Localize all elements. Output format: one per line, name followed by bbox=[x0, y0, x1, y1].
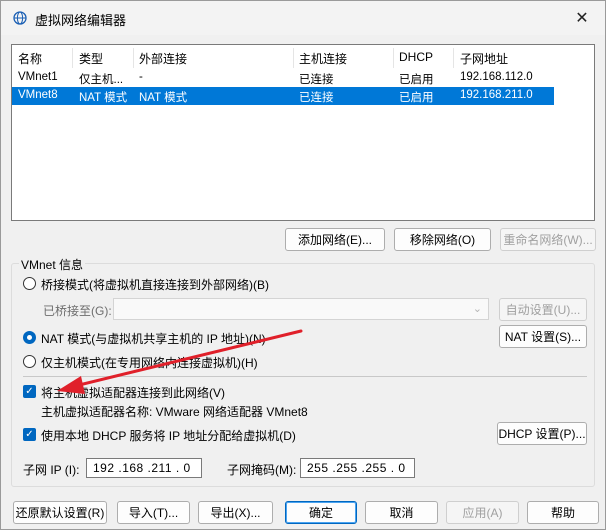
cell-name: VMnet8 bbox=[18, 89, 58, 101]
cell-external: - bbox=[139, 71, 143, 83]
rename-network-button[interactable]: 重命名网络(W)... bbox=[500, 228, 596, 251]
cell-dhcp: 已启用 bbox=[399, 74, 434, 86]
column-divider[interactable] bbox=[133, 48, 134, 68]
subnet-mask-field[interactable]: 255 .255 .255 . 0 bbox=[300, 458, 415, 478]
export-button[interactable]: 导出(X)... bbox=[198, 501, 273, 524]
host-only-label[interactable]: 仅主机模式(在专用网络内连接虚拟机)(H) bbox=[41, 354, 258, 371]
column-header-name[interactable]: 名称 bbox=[18, 50, 42, 67]
cell-dhcp: 已启用 bbox=[399, 92, 434, 104]
cell-type: 仅主机... bbox=[79, 74, 124, 86]
subnet-ip-field[interactable]: 192 .168 .211 . 0 bbox=[86, 458, 202, 478]
network-list[interactable]: 名称 类型 外部连接 主机连接 DHCP 子网地址 VMnet1 仅主机... … bbox=[11, 44, 595, 221]
chevron-down-icon: ⌄ bbox=[472, 303, 482, 315]
list-header: 名称 类型 外部连接 主机连接 DHCP 子网地址 bbox=[12, 48, 554, 68]
title-bar: 虚拟网络编辑器 ✕ bbox=[1, 1, 605, 35]
virtual-network-editor-window: 虚拟网络编辑器 ✕ 名称 类型 外部连接 主机连接 DHCP 子网地址 VMne… bbox=[0, 0, 606, 530]
cell-subnet: 192.168.211.0 bbox=[460, 89, 533, 101]
close-button[interactable]: ✕ bbox=[559, 1, 605, 35]
ok-button[interactable]: 确定 bbox=[285, 501, 357, 524]
column-header-external[interactable]: 外部连接 bbox=[139, 50, 187, 67]
use-dhcp-label[interactable]: 使用本地 DHCP 服务将 IP 地址分配给虚拟机(D) bbox=[41, 427, 296, 444]
subnet-ip-label: 子网 IP (I): bbox=[23, 463, 80, 477]
import-button[interactable]: 导入(T)... bbox=[117, 501, 190, 524]
remove-network-button[interactable]: 移除网络(O) bbox=[394, 228, 491, 251]
column-divider[interactable] bbox=[72, 48, 73, 68]
vmnet-info-group bbox=[11, 263, 595, 487]
network-globe-icon bbox=[13, 11, 27, 25]
cell-host: 已连接 bbox=[299, 74, 334, 86]
apply-button[interactable]: 应用(A) bbox=[446, 501, 519, 524]
table-row-selected[interactable]: VMnet8 NAT 模式 NAT 模式 已连接 已启用 192.168.211… bbox=[12, 87, 554, 105]
column-header-dhcp[interactable]: DHCP bbox=[399, 50, 433, 64]
restore-defaults-button[interactable]: 还原默认设置(R) bbox=[13, 501, 107, 524]
column-divider[interactable] bbox=[453, 48, 454, 68]
cell-external: NAT 模式 bbox=[139, 92, 188, 104]
bridged-to-label: 已桥接至(G): bbox=[43, 304, 112, 318]
nat-mode-label[interactable]: NAT 模式(与虚拟机共享主机的 IP 地址)(N) bbox=[41, 330, 266, 347]
help-button[interactable]: 帮助 bbox=[527, 501, 599, 524]
cell-subnet: 192.168.112.0 bbox=[460, 71, 533, 83]
dhcp-settings-button[interactable]: DHCP 设置(P)... bbox=[497, 422, 587, 445]
bridged-mode-label[interactable]: 桥接模式(将虚拟机直接连接到外部网络)(B) bbox=[41, 276, 269, 293]
connect-adapter-checkbox[interactable]: ✓ bbox=[23, 385, 36, 398]
connect-adapter-label[interactable]: 将主机虚拟适配器连接到此网络(V) bbox=[41, 384, 225, 401]
vmnet-info-title: VMnet 信息 bbox=[19, 256, 86, 273]
divider bbox=[23, 376, 587, 377]
add-network-button[interactable]: 添加网络(E)... bbox=[285, 228, 385, 251]
cell-host: 已连接 bbox=[299, 92, 334, 104]
column-header-subnet[interactable]: 子网地址 bbox=[460, 50, 508, 67]
cell-type: NAT 模式 bbox=[79, 92, 128, 104]
bridged-to-select[interactable]: ⌄ bbox=[113, 298, 489, 320]
close-icon: ✕ bbox=[575, 10, 589, 27]
column-header-host[interactable]: 主机连接 bbox=[299, 50, 347, 67]
column-divider[interactable] bbox=[293, 48, 294, 68]
column-divider[interactable] bbox=[393, 48, 394, 68]
host-only-radio[interactable] bbox=[23, 355, 36, 368]
nat-settings-button[interactable]: NAT 设置(S)... bbox=[499, 325, 587, 348]
cell-name: VMnet1 bbox=[18, 71, 58, 83]
window-title: 虚拟网络编辑器 bbox=[35, 13, 127, 28]
nat-mode-radio[interactable] bbox=[23, 331, 36, 344]
bridged-mode-radio[interactable] bbox=[23, 277, 36, 290]
cancel-button[interactable]: 取消 bbox=[365, 501, 438, 524]
adapter-name-text: 主机虚拟适配器名称: VMware 网络适配器 VMnet8 bbox=[41, 405, 308, 419]
auto-settings-button[interactable]: 自动设置(U)... bbox=[499, 298, 587, 321]
subnet-mask-label: 子网掩码(M): bbox=[227, 463, 297, 477]
use-dhcp-checkbox[interactable]: ✓ bbox=[23, 428, 36, 441]
column-header-type[interactable]: 类型 bbox=[79, 50, 103, 67]
table-row[interactable]: VMnet1 仅主机... - 已连接 已启用 192.168.112.0 bbox=[12, 69, 554, 87]
